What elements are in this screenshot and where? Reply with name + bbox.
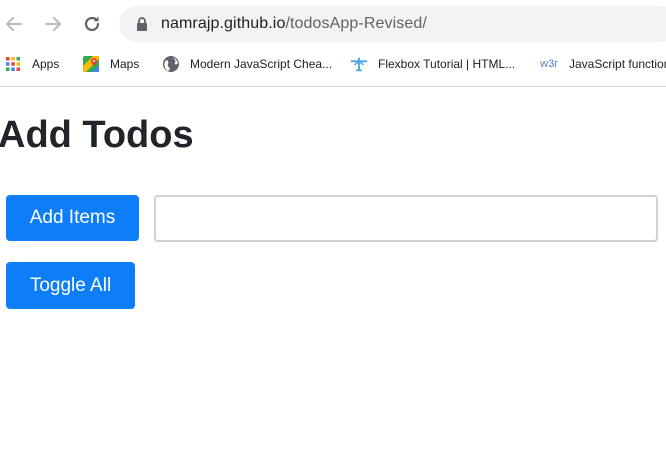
bookmark-label: Modern JavaScript Chea... [190,57,333,71]
address-bar[interactable]: namrajp.github.io/todosApp-Revised/ [119,6,666,42]
bookmark-label: Maps [110,57,140,71]
url-text[interactable]: namrajp.github.io/todosApp-Revised/ [161,15,427,33]
url-host: namrajp.github.io [161,15,286,32]
bookmark-flexbox-tutorial[interactable]: Flexbox Tutorial | HTML... [350,50,515,78]
browser-chrome: namrajp.github.io/todosApp-Revised/ Apps [0,0,666,87]
url-path: /todosApp-Revised/ [285,15,427,32]
page-title: Add Todos [0,114,194,156]
toggle-all-button[interactable]: Toggle All [6,262,135,309]
bookmark-label: Flexbox Tutorial | HTML... [378,57,516,71]
forward-button[interactable] [41,12,65,36]
bookmark-label: JavaScript function [569,57,666,71]
todo-input[interactable] [154,195,658,242]
bookmark-maps[interactable]: Maps [82,50,139,78]
bookmark-modern-javascript[interactable]: Modern JavaScript Chea... [162,50,332,78]
bookmark-javascript-function[interactable]: w3r JavaScript function [538,50,666,78]
bookmarks-bar: Apps Maps Modern JavaScript Chea... Flex… [0,50,666,78]
reload-icon [84,16,100,32]
flexbox-icon [350,55,368,73]
bookmark-label: Apps [32,57,60,71]
back-button[interactable] [2,12,26,36]
w3r-icon: w3r [538,55,560,73]
w3r-icon-text: w3r [540,58,558,70]
apps-grid-icon [4,55,22,73]
reload-button[interactable] [80,12,104,36]
add-items-button[interactable]: Add Items [6,195,139,241]
bookmark-apps[interactable]: Apps [4,50,59,78]
forward-arrow-icon [45,17,61,31]
lock-icon [137,17,147,31]
maps-icon [82,55,100,73]
page-content: Add Todos Add Items Toggle All [0,88,666,465]
back-arrow-icon [6,17,22,31]
globe-icon [162,55,180,73]
